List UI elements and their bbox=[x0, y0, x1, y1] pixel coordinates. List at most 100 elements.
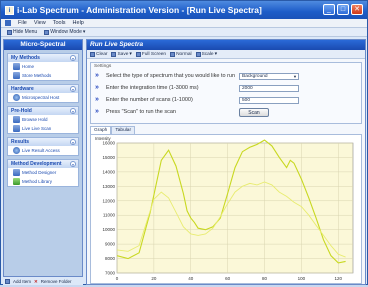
integration-time-input[interactable]: 2000 bbox=[239, 85, 299, 92]
sidebar-item-microspectral-host[interactable]: Microspectral Host bbox=[8, 93, 78, 102]
menu-file[interactable]: File bbox=[18, 20, 27, 26]
spectrum-type-select[interactable]: Background ▼ bbox=[239, 73, 299, 80]
sidebar-group-header[interactable]: Hardware « bbox=[8, 85, 78, 93]
sidebar-item-method-library[interactable]: Method Library bbox=[8, 177, 78, 186]
window-mode-icon bbox=[44, 29, 50, 35]
sidebar-group-my-methods: My Methods « Home Store Methods bbox=[7, 53, 79, 81]
scale-label: Scale bbox=[201, 51, 214, 57]
x-tick-label: 40 bbox=[188, 276, 194, 281]
sidebar-item-label: Method Library bbox=[22, 179, 53, 184]
spectrum-type-row: » Select the type of spectrum that you w… bbox=[95, 72, 235, 79]
sidebar-item-label: Live Live Scan bbox=[22, 126, 52, 131]
remove-folder-button[interactable]: Remove Folder bbox=[41, 279, 72, 284]
collapse-chevron-icon[interactable]: « bbox=[70, 139, 76, 145]
save-button[interactable]: Save ▾ bbox=[111, 51, 132, 57]
sidebar-item-store-methods[interactable]: Store Methods bbox=[8, 71, 78, 80]
menu-view[interactable]: View bbox=[34, 20, 46, 26]
menu-tools[interactable]: Tools bbox=[53, 20, 66, 26]
hide-menu-label: Hide Menu bbox=[13, 29, 38, 35]
collapse-chevron-icon[interactable]: « bbox=[70, 55, 76, 61]
settings-panel: Settings » Select the type of spectrum t… bbox=[90, 62, 362, 124]
sidebar-group-title: My Methods bbox=[11, 55, 40, 61]
sidebar-item-home[interactable]: Home bbox=[8, 62, 78, 71]
title-bar: i i-Lab Spectrum - Administration Versio… bbox=[1, 1, 367, 19]
main-panel: Run Live Spectra Clear Save ▾ Full Screen… bbox=[86, 39, 366, 285]
sidebar-group-title: Results bbox=[11, 139, 30, 145]
add-item-button[interactable]: Add Item bbox=[13, 279, 31, 284]
hide-menu-button[interactable]: Hide Menu bbox=[5, 29, 39, 35]
sidebar-group-hardware: Hardware « Microspectral Host bbox=[7, 84, 79, 103]
view-tabs: Graph Tabular bbox=[90, 126, 136, 134]
minimize-icon[interactable]: _ bbox=[323, 4, 335, 15]
hardware-icon bbox=[13, 94, 20, 101]
spectrum-chart: 7000 8000 9000 10000 11000 12000 13000 14000 150… bbox=[90, 134, 362, 284]
sidebar-group-header[interactable]: Pre-Hold « bbox=[8, 107, 78, 115]
scan-button[interactable]: Scan bbox=[239, 108, 269, 117]
library-icon bbox=[13, 178, 20, 185]
collapse-chevron-icon[interactable]: « bbox=[70, 161, 76, 167]
num-scans-label: Enter the number of scans (1-1000) bbox=[106, 96, 193, 103]
x-tick-label: 120 bbox=[334, 276, 342, 281]
collapse-chevron-icon[interactable]: « bbox=[70, 86, 76, 92]
scan-instruction-label: Press "Scan" to run the scan bbox=[106, 108, 176, 115]
plot-area bbox=[116, 142, 354, 274]
sidebar-item-live-result-access[interactable]: Live Result Access bbox=[8, 146, 78, 155]
y-tick-label: 16000 bbox=[102, 141, 115, 146]
sidebar-item-label: Browse Hold bbox=[22, 117, 48, 122]
menu-help[interactable]: Help bbox=[73, 20, 84, 26]
spectrum-chart-svg: 7000 8000 9000 10000 11000 12000 13000 14000 150… bbox=[95, 136, 354, 281]
sidebar-group-results: Results « Live Result Access bbox=[7, 137, 79, 156]
tab-tabular[interactable]: Tabular bbox=[111, 126, 136, 134]
tab-graph[interactable]: Graph bbox=[90, 126, 112, 134]
full-screen-button[interactable]: Full Screen bbox=[135, 51, 167, 57]
sidebar-group-title: Hardware bbox=[11, 86, 34, 92]
sidebar-group-header[interactable]: My Methods « bbox=[8, 54, 78, 62]
arrow-right-icon: » bbox=[95, 96, 99, 103]
y-tick-label: 13000 bbox=[102, 184, 115, 189]
scan-row: » Press "Scan" to run the scan bbox=[95, 108, 176, 115]
normal-button[interactable]: Normal bbox=[170, 51, 192, 57]
sidebar-item-method-designer[interactable]: Method Designer bbox=[8, 168, 78, 177]
app-menu-icon[interactable] bbox=[5, 20, 11, 26]
settings-label: Settings bbox=[94, 64, 112, 69]
num-scans-input[interactable]: 500 bbox=[239, 97, 299, 104]
y-tick-label: 15000 bbox=[102, 155, 115, 160]
remove-icon: ✕ bbox=[34, 278, 38, 284]
arrow-right-icon: » bbox=[95, 84, 99, 91]
sidebar-item-label: Store Methods bbox=[22, 73, 52, 78]
y-tick-label: 9000 bbox=[105, 242, 116, 247]
arrow-right-icon: » bbox=[95, 108, 99, 115]
maximize-icon[interactable]: □ bbox=[337, 4, 349, 15]
sidebar-group-header[interactable]: Results « bbox=[8, 138, 78, 146]
x-tick-label: 80 bbox=[262, 276, 268, 281]
app-logo-icon: i bbox=[5, 5, 14, 15]
sidebar-group-title: Method Development bbox=[11, 161, 62, 167]
x-tick-label: 100 bbox=[298, 276, 306, 281]
y-tick-label: 8000 bbox=[105, 256, 116, 261]
close-icon[interactable]: ✕ bbox=[351, 4, 363, 15]
num-scans-row: » Enter the number of scans (1-1000) bbox=[95, 96, 193, 103]
x-tick-label: 60 bbox=[225, 276, 231, 281]
y-tick-label: 11000 bbox=[103, 213, 116, 218]
collapse-chevron-icon[interactable]: « bbox=[70, 108, 76, 114]
sidebar-title: Micro-Spectral bbox=[4, 40, 82, 50]
x-tick-label: 0 bbox=[116, 276, 119, 281]
window-mode-button[interactable]: Window Mode ▾ bbox=[42, 29, 87, 35]
add-icon bbox=[5, 279, 10, 284]
sidebar-group-header[interactable]: Method Development « bbox=[8, 160, 78, 168]
clear-button[interactable]: Clear bbox=[90, 51, 107, 57]
scale-button[interactable]: Scale ▾ bbox=[195, 51, 217, 57]
menu-bar: File View Tools Help bbox=[1, 19, 367, 28]
y-tick-label: 7000 bbox=[105, 271, 116, 276]
full-screen-label: Full Screen bbox=[141, 51, 167, 57]
y-tick-label: 10000 bbox=[102, 227, 115, 232]
chevron-down-icon: ▼ bbox=[293, 74, 297, 79]
app-window: i i-Lab Spectrum - Administration Versio… bbox=[0, 0, 368, 285]
integration-time-label: Enter the integration time (1-3000 ms) bbox=[106, 84, 199, 91]
panel-toolbar: Clear Save ▾ Full Screen Normal Scale ▾ bbox=[87, 50, 365, 59]
sidebar-item-browse-hold[interactable]: Browse Hold bbox=[8, 115, 78, 124]
x-tick-label: 20 bbox=[151, 276, 157, 281]
integration-time-row: » Enter the integration time (1-3000 ms) bbox=[95, 84, 199, 91]
normal-label: Normal bbox=[176, 51, 192, 57]
sidebar-item-live-scan[interactable]: Live Live Scan bbox=[8, 124, 78, 133]
